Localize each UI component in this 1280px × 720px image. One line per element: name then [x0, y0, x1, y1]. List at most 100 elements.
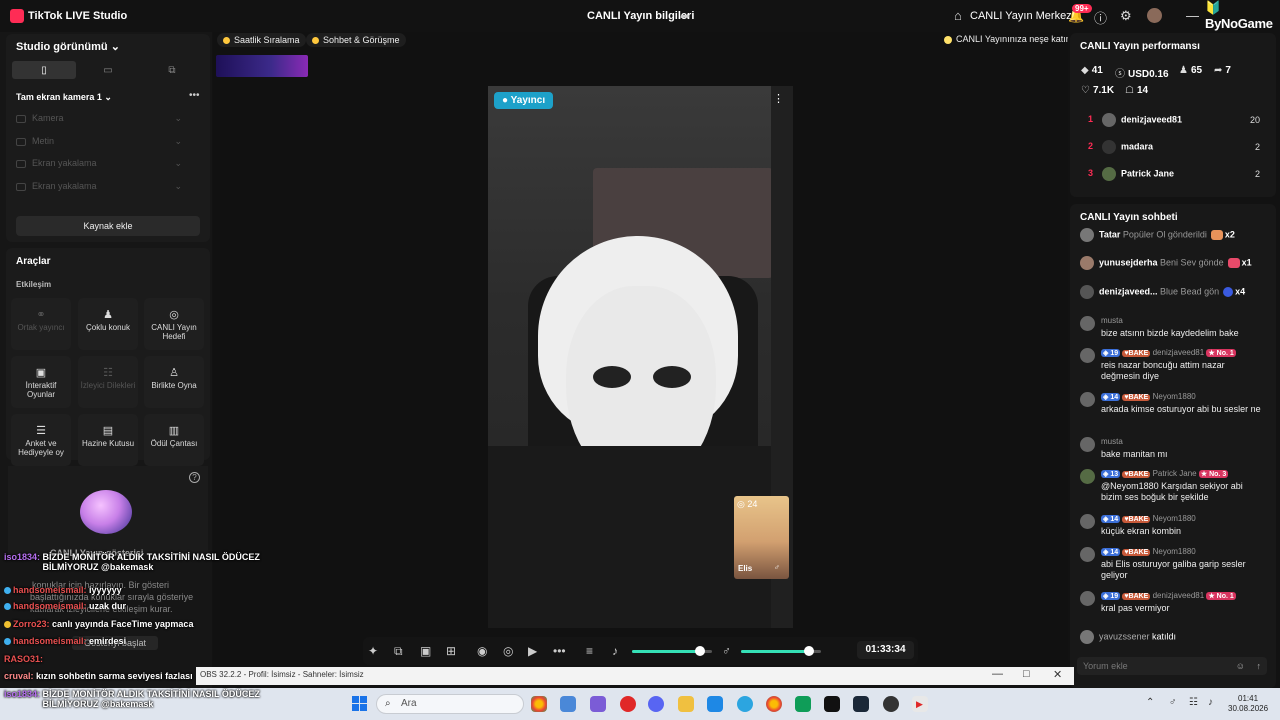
- discord-icon[interactable]: [648, 696, 664, 712]
- minimize-icon[interactable]: —: [1186, 8, 1199, 23]
- steam-icon[interactable]: [853, 696, 869, 712]
- store-icon[interactable]: [560, 696, 576, 712]
- chat-message[interactable]: ◈ 14 ♥BAKE Neyom1880 abi Elis osturuyor g…: [1080, 547, 1270, 583]
- chat-message[interactable]: musta bize atsınn bizde kaydedelim bake: [1080, 316, 1270, 344]
- chat-message[interactable]: ◈ 14 ♥BAKE Neyom1880 arkada kimse osturuy…: [1080, 392, 1270, 428]
- share-icon[interactable]: ➦: [680, 9, 690, 23]
- obs-icon[interactable]: [883, 696, 899, 712]
- source-row-camera[interactable]: Kamera ⌄: [16, 113, 186, 127]
- live-info-title[interactable]: CANLI Yayın bilgileri: [587, 10, 694, 22]
- co-host-tool[interactable]: ⚭ Ortak yayıncı: [11, 298, 71, 350]
- hourly-ranking-pill[interactable]: Saatlik Sıralama: [217, 33, 306, 47]
- profile-avatar[interactable]: [1147, 8, 1162, 23]
- clip-icon[interactable]: ◎: [503, 644, 513, 658]
- poll-tool[interactable]: ☰ Anket ve Hediyeyle oy: [11, 414, 71, 466]
- lightbulb-icon: [944, 35, 952, 44]
- interactive-games-tool[interactable]: ▣ İnteraktif Oyunlar: [11, 356, 71, 408]
- tiktok-icon[interactable]: [824, 696, 840, 712]
- video-icon[interactable]: ▶: [528, 644, 537, 658]
- reward-bag-tool[interactable]: ▥ Ödül Çantası: [144, 414, 204, 466]
- event-banner-image[interactable]: [216, 55, 308, 77]
- taskbar-clock[interactable]: 01:41 30.08.2026: [1228, 694, 1268, 714]
- chevron-up-icon[interactable]: ⌃: [1146, 697, 1154, 708]
- chrome-2-icon[interactable]: [766, 696, 782, 712]
- tip-banner[interactable]: CANLI Yayınınıza neşe katın: [944, 34, 1071, 44]
- guest-tile[interactable]: ◎ 24 Elis ♂: [734, 496, 789, 579]
- trophy-icon: [223, 37, 230, 45]
- rank-name: denizjaveed81: [1121, 114, 1183, 125]
- folder-icon[interactable]: [678, 696, 694, 712]
- microphone-tray-icon[interactable]: ♂: [1169, 697, 1177, 708]
- more-icon[interactable]: •••: [189, 90, 200, 101]
- edge-icon[interactable]: [737, 696, 753, 712]
- close-icon[interactable]: ✕: [1053, 668, 1062, 681]
- wish-icon: ☷: [103, 367, 113, 379]
- chat-message[interactable]: ◈ 14 ♥BAKE Neyom1880 küçük ekran kombin: [1080, 514, 1270, 542]
- source-row-text[interactable]: Metin ⌄: [16, 136, 186, 150]
- media-icon[interactable]: ▶: [912, 696, 928, 712]
- multi-guest-tool[interactable]: ♟ Çoklu konuk: [78, 298, 138, 350]
- taskbar-search[interactable]: ⌕ Ara: [376, 694, 524, 714]
- maximize-icon[interactable]: □: [1023, 668, 1030, 680]
- comment-input[interactable]: Yorum ekle ☺ ↑: [1077, 657, 1267, 675]
- adjust-icon[interactable]: ≡: [586, 644, 593, 658]
- mail-icon[interactable]: [707, 696, 723, 712]
- more-vertical-icon[interactable]: ⋮: [773, 92, 784, 105]
- joined-row: yavuzssener katıldı: [1080, 630, 1176, 644]
- viewer-wishes-tool[interactable]: ☷ İzleyici Dilekleri: [78, 356, 138, 408]
- add-scene-icon[interactable]: ⊞: [446, 644, 456, 658]
- magic-wand-icon[interactable]: ✦: [368, 644, 378, 658]
- add-source-button[interactable]: Kaynak ekle: [16, 216, 200, 236]
- mic-knob[interactable]: [804, 646, 814, 656]
- app-icon[interactable]: [795, 696, 811, 712]
- opera-icon[interactable]: [620, 696, 636, 712]
- avatar: [1080, 630, 1094, 644]
- teams-icon[interactable]: [590, 696, 606, 712]
- send-icon[interactable]: ↑: [1257, 657, 1262, 675]
- chat-message[interactable]: ◈ 19 ♥BAKE denizjaveed81 ★ No. 1 reis naz…: [1080, 348, 1270, 384]
- live-goal-tool[interactable]: ◎ CANLI Yayın Hedefi: [144, 298, 204, 350]
- chat-message[interactable]: ◈ 13 ♥BAKE Patrick Jane ★ No. 3 @Neyom188…: [1080, 469, 1270, 507]
- live-center-button[interactable]: CANLI Yayın Merkezi: [970, 10, 1074, 22]
- studio-view-dropdown[interactable]: Studio görünümü ⌄: [16, 40, 120, 53]
- chrome-icon[interactable]: [531, 696, 547, 712]
- rank-row[interactable]: 3 Patrick Jane 2: [1088, 167, 1260, 183]
- avatar: [1080, 591, 1095, 606]
- network-icon[interactable]: ☷: [1189, 697, 1198, 708]
- fan-badge: ♥BAKE: [1122, 350, 1151, 357]
- screenshot-icon[interactable]: ▣: [420, 644, 431, 658]
- landscape-view-tab[interactable]: ▭: [76, 61, 140, 79]
- host-label: Yayıncı: [510, 95, 546, 106]
- scene-dropdown[interactable]: Tam ekran kamera 1 ⌄: [16, 92, 112, 103]
- fan-badge-label: BAKE: [1128, 549, 1149, 556]
- obs-window-bar[interactable]: OBS 32.2.2 - Profil: İsimsiz - Sahneler:…: [196, 667, 1074, 685]
- brand-text: ByNoGame: [1205, 16, 1273, 31]
- windows-start-icon[interactable]: [352, 696, 368, 712]
- more-icon[interactable]: •••: [553, 644, 566, 658]
- dual-view-tab[interactable]: ⧉: [140, 61, 204, 79]
- emoji-icon[interactable]: ☺: [1236, 657, 1245, 675]
- badge-icon: [4, 587, 11, 595]
- speaker-icon[interactable]: ♪: [612, 644, 618, 658]
- coin-icon: ⓢ: [1115, 69, 1125, 80]
- chevron-down-icon: ⌄: [174, 136, 182, 146]
- record-icon[interactable]: ◉: [477, 644, 487, 658]
- settings-icon[interactable]: ⚙: [1120, 8, 1132, 24]
- source-row-screen1[interactable]: Ekran yakalama ⌄: [16, 158, 186, 172]
- chat-message[interactable]: ◈ 19 ♥BAKE denizjaveed81 ★ No. 1 kral pas…: [1080, 591, 1270, 619]
- play-together-tool[interactable]: ♙ Birlikte Oyna: [144, 356, 204, 408]
- source-row-screen2[interactable]: Ekran yakalama ⌄: [16, 181, 186, 195]
- layout-icon[interactable]: ⧉: [394, 644, 403, 659]
- rank-row[interactable]: 2 madara 2: [1088, 140, 1260, 156]
- portrait-view-tab[interactable]: ▯: [12, 61, 76, 79]
- help-icon[interactable]: ⓘ: [1094, 8, 1107, 27]
- chat-message[interactable]: musta bake manitan mı: [1080, 437, 1270, 463]
- volume-icon[interactable]: ♪: [1208, 697, 1213, 708]
- microphone-icon[interactable]: ♂: [722, 644, 731, 658]
- treasure-box-tool[interactable]: ▤ Hazine Kutusu: [78, 414, 138, 466]
- help-circle-icon[interactable]: ?: [189, 472, 200, 483]
- minimize-icon[interactable]: —: [992, 668, 1003, 680]
- rank-row[interactable]: 1 denizjaveed81 20: [1088, 113, 1260, 129]
- chat-call-pill[interactable]: Sohbet & Görüşme: [306, 33, 406, 47]
- volume-knob[interactable]: [695, 646, 705, 656]
